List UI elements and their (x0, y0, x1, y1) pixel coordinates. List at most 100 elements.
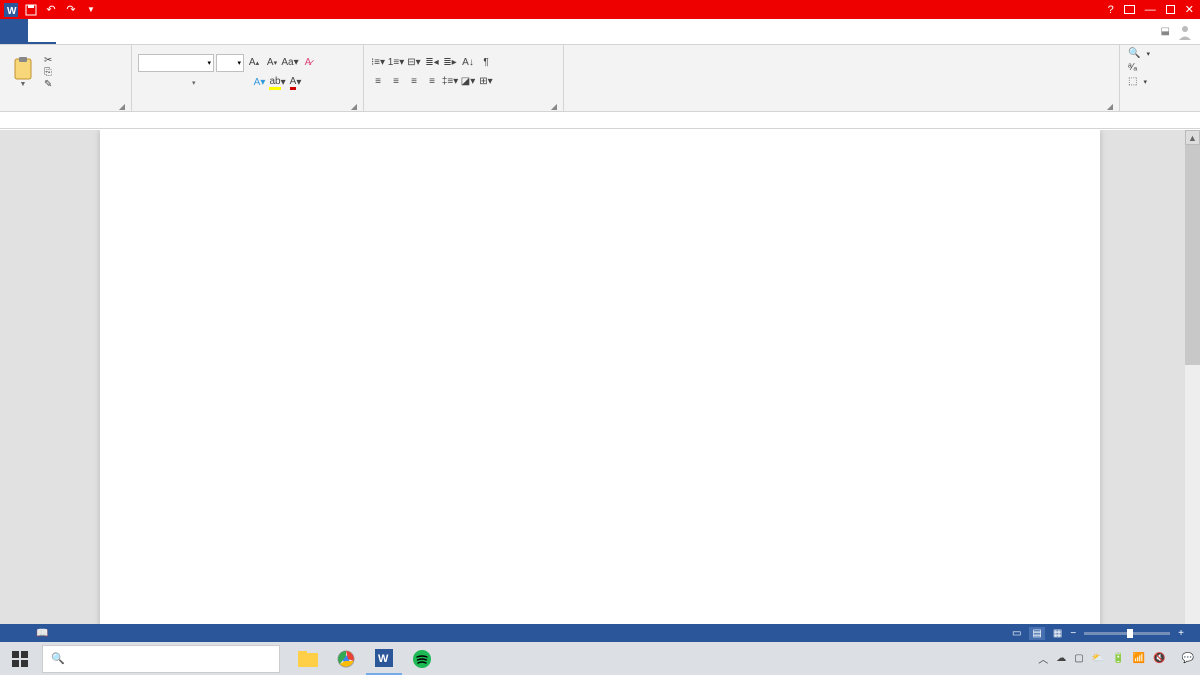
tab-insert[interactable] (56, 19, 84, 44)
qat-dropdown-icon[interactable]: ▼ (84, 3, 98, 17)
bold-button[interactable] (138, 75, 154, 91)
justify-button[interactable]: ≡ (424, 74, 440, 90)
font-name-combo[interactable]: ▾ (138, 54, 214, 72)
copy-button[interactable]: ⎘ (44, 67, 55, 78)
scroll-up-button[interactable]: ▲ (1185, 130, 1200, 145)
search-icon: 🔍 (51, 652, 65, 665)
tray-meet-icon[interactable]: ▢ (1074, 653, 1083, 664)
chevron-down-icon: ▼ (20, 81, 27, 88)
tray-battery-icon[interactable]: 🔋 (1112, 653, 1124, 664)
task-explorer[interactable] (290, 642, 326, 675)
tab-references[interactable] (140, 19, 168, 44)
redo-icon[interactable]: ↷ (64, 3, 78, 17)
tray-chevron-icon[interactable]: ︿ (1038, 651, 1048, 666)
proofing-icon[interactable]: 📖 (36, 628, 48, 639)
view-print-icon[interactable]: ▤ (1029, 627, 1044, 640)
text-effects-button[interactable]: A▾ (252, 75, 268, 91)
help-icon[interactable]: ? (1108, 4, 1114, 16)
borders-button[interactable]: ⊞▾ (478, 74, 494, 90)
search-box[interactable]: 🔍 (42, 645, 280, 673)
taskbar: 🔍 W ︿ ☁ ▢ ⛅ 🔋 📶 🔇 💬 (0, 642, 1200, 675)
italic-button[interactable] (156, 75, 172, 91)
minimize-icon[interactable]: — (1145, 4, 1156, 16)
dialog-launcher-icon[interactable]: ◢ (1107, 102, 1113, 111)
numbering-button[interactable]: 1≡▾ (388, 55, 404, 71)
subscript-button[interactable] (216, 75, 232, 91)
line-spacing-button[interactable]: ‡≡▾ (442, 74, 458, 90)
superscript-button[interactable] (234, 75, 250, 91)
select-button[interactable]: ⬚▾ (1126, 75, 1194, 88)
align-right-button[interactable]: ≡ (406, 74, 422, 90)
font-size-combo[interactable]: ▾ (216, 54, 244, 72)
tab-view[interactable] (224, 19, 252, 44)
copy-icon: ⎘ (44, 67, 52, 78)
tab-home[interactable] (28, 19, 56, 44)
zoom-in-button[interactable]: + (1178, 628, 1184, 639)
clear-format-button[interactable]: A̷ (300, 55, 316, 71)
tab-letters[interactable] (168, 19, 196, 44)
shading-button[interactable]: ◪▾ (460, 74, 476, 90)
view-readmode-icon[interactable]: ▭ (1012, 628, 1021, 639)
indent-button[interactable]: ≣▸ (442, 55, 458, 71)
statusbar: 📖 ▭ ▤ ▦ − + (0, 624, 1200, 642)
account-icon[interactable] (1176, 23, 1194, 41)
underline-button[interactable] (174, 75, 190, 91)
view-web-icon[interactable]: ▦ (1053, 628, 1062, 639)
tray-weather-icon[interactable]: ⛅ (1092, 653, 1104, 664)
collapse-ribbon-icon[interactable]: ⬓ (1161, 26, 1170, 37)
align-left-button[interactable]: ≡ (370, 74, 386, 90)
scrollbar-thumb[interactable] (1185, 145, 1200, 365)
dialog-launcher-icon[interactable]: ◢ (551, 102, 557, 111)
tab-design[interactable] (84, 19, 112, 44)
tab-pagelayout[interactable] (112, 19, 140, 44)
formatpainter-button[interactable]: ✎ (44, 79, 55, 90)
ribbon-display-icon[interactable] (1124, 5, 1135, 14)
tab-review[interactable] (196, 19, 224, 44)
tab-file[interactable] (0, 19, 28, 44)
select-icon: ⬚ (1128, 76, 1137, 87)
paste-icon (12, 57, 34, 81)
task-spotify[interactable] (404, 642, 440, 675)
strike-button[interactable] (198, 75, 214, 91)
svg-text:W: W (378, 653, 389, 665)
zoom-slider[interactable] (1084, 632, 1170, 635)
system-tray: ︿ ☁ ▢ ⛅ 🔋 📶 🔇 💬 (1038, 651, 1200, 666)
multilevel-button[interactable]: ⊟▾ (406, 55, 422, 71)
highlight-button[interactable]: ab▾ (270, 75, 286, 91)
showmarks-button[interactable]: ¶ (478, 55, 494, 71)
grow-font-button[interactable]: A▴ (246, 55, 262, 71)
window-controls: ? — ✕ (1108, 3, 1200, 16)
task-word[interactable]: W (366, 642, 402, 675)
ribbon-tabs: ⬓ (0, 19, 1200, 45)
task-chrome[interactable] (328, 642, 364, 675)
save-icon[interactable] (24, 3, 38, 17)
find-button[interactable]: 🔍▾ (1126, 47, 1194, 60)
bullets-button[interactable]: ⁝≡▾ (370, 55, 386, 71)
outdent-button[interactable]: ≣◂ (424, 55, 440, 71)
font-color-button[interactable]: A▾ (288, 75, 304, 91)
cut-button[interactable]: ✂ (44, 55, 55, 66)
start-button[interactable] (0, 642, 40, 675)
tray-onedrive-icon[interactable]: ☁ (1056, 653, 1066, 664)
maximize-icon[interactable] (1166, 5, 1175, 14)
tray-notifications-icon[interactable]: 💬 (1182, 653, 1194, 664)
replace-button[interactable]: ᵃ⁄ₐ (1126, 61, 1194, 74)
dialog-launcher-icon[interactable]: ◢ (119, 102, 125, 111)
paste-button[interactable]: ▼ (6, 50, 40, 94)
change-case-button[interactable]: Aa▾ (282, 55, 298, 71)
tray-volume-icon[interactable]: 🔇 (1153, 653, 1165, 664)
shrink-font-button[interactable]: A▾ (264, 55, 280, 71)
group-styles: ◢ (564, 45, 1120, 111)
tray-wifi-icon[interactable]: 📶 (1133, 653, 1145, 664)
align-center-button[interactable]: ≡ (388, 74, 404, 90)
replace-icon: ᵃ⁄ₐ (1128, 62, 1137, 73)
sort-button[interactable]: A↓ (460, 55, 476, 71)
titlebar: W ↶ ↷ ▼ ? — ✕ (0, 0, 1200, 19)
undo-icon[interactable]: ↶ (44, 3, 58, 17)
close-icon[interactable]: ✕ (1185, 3, 1194, 16)
zoom-out-button[interactable]: − (1070, 628, 1076, 639)
dialog-launcher-icon[interactable]: ◢ (351, 102, 357, 111)
page[interactable] (100, 130, 1100, 642)
styles-gallery[interactable] (570, 47, 1113, 97)
scrollbar-track[interactable] (1185, 145, 1200, 627)
